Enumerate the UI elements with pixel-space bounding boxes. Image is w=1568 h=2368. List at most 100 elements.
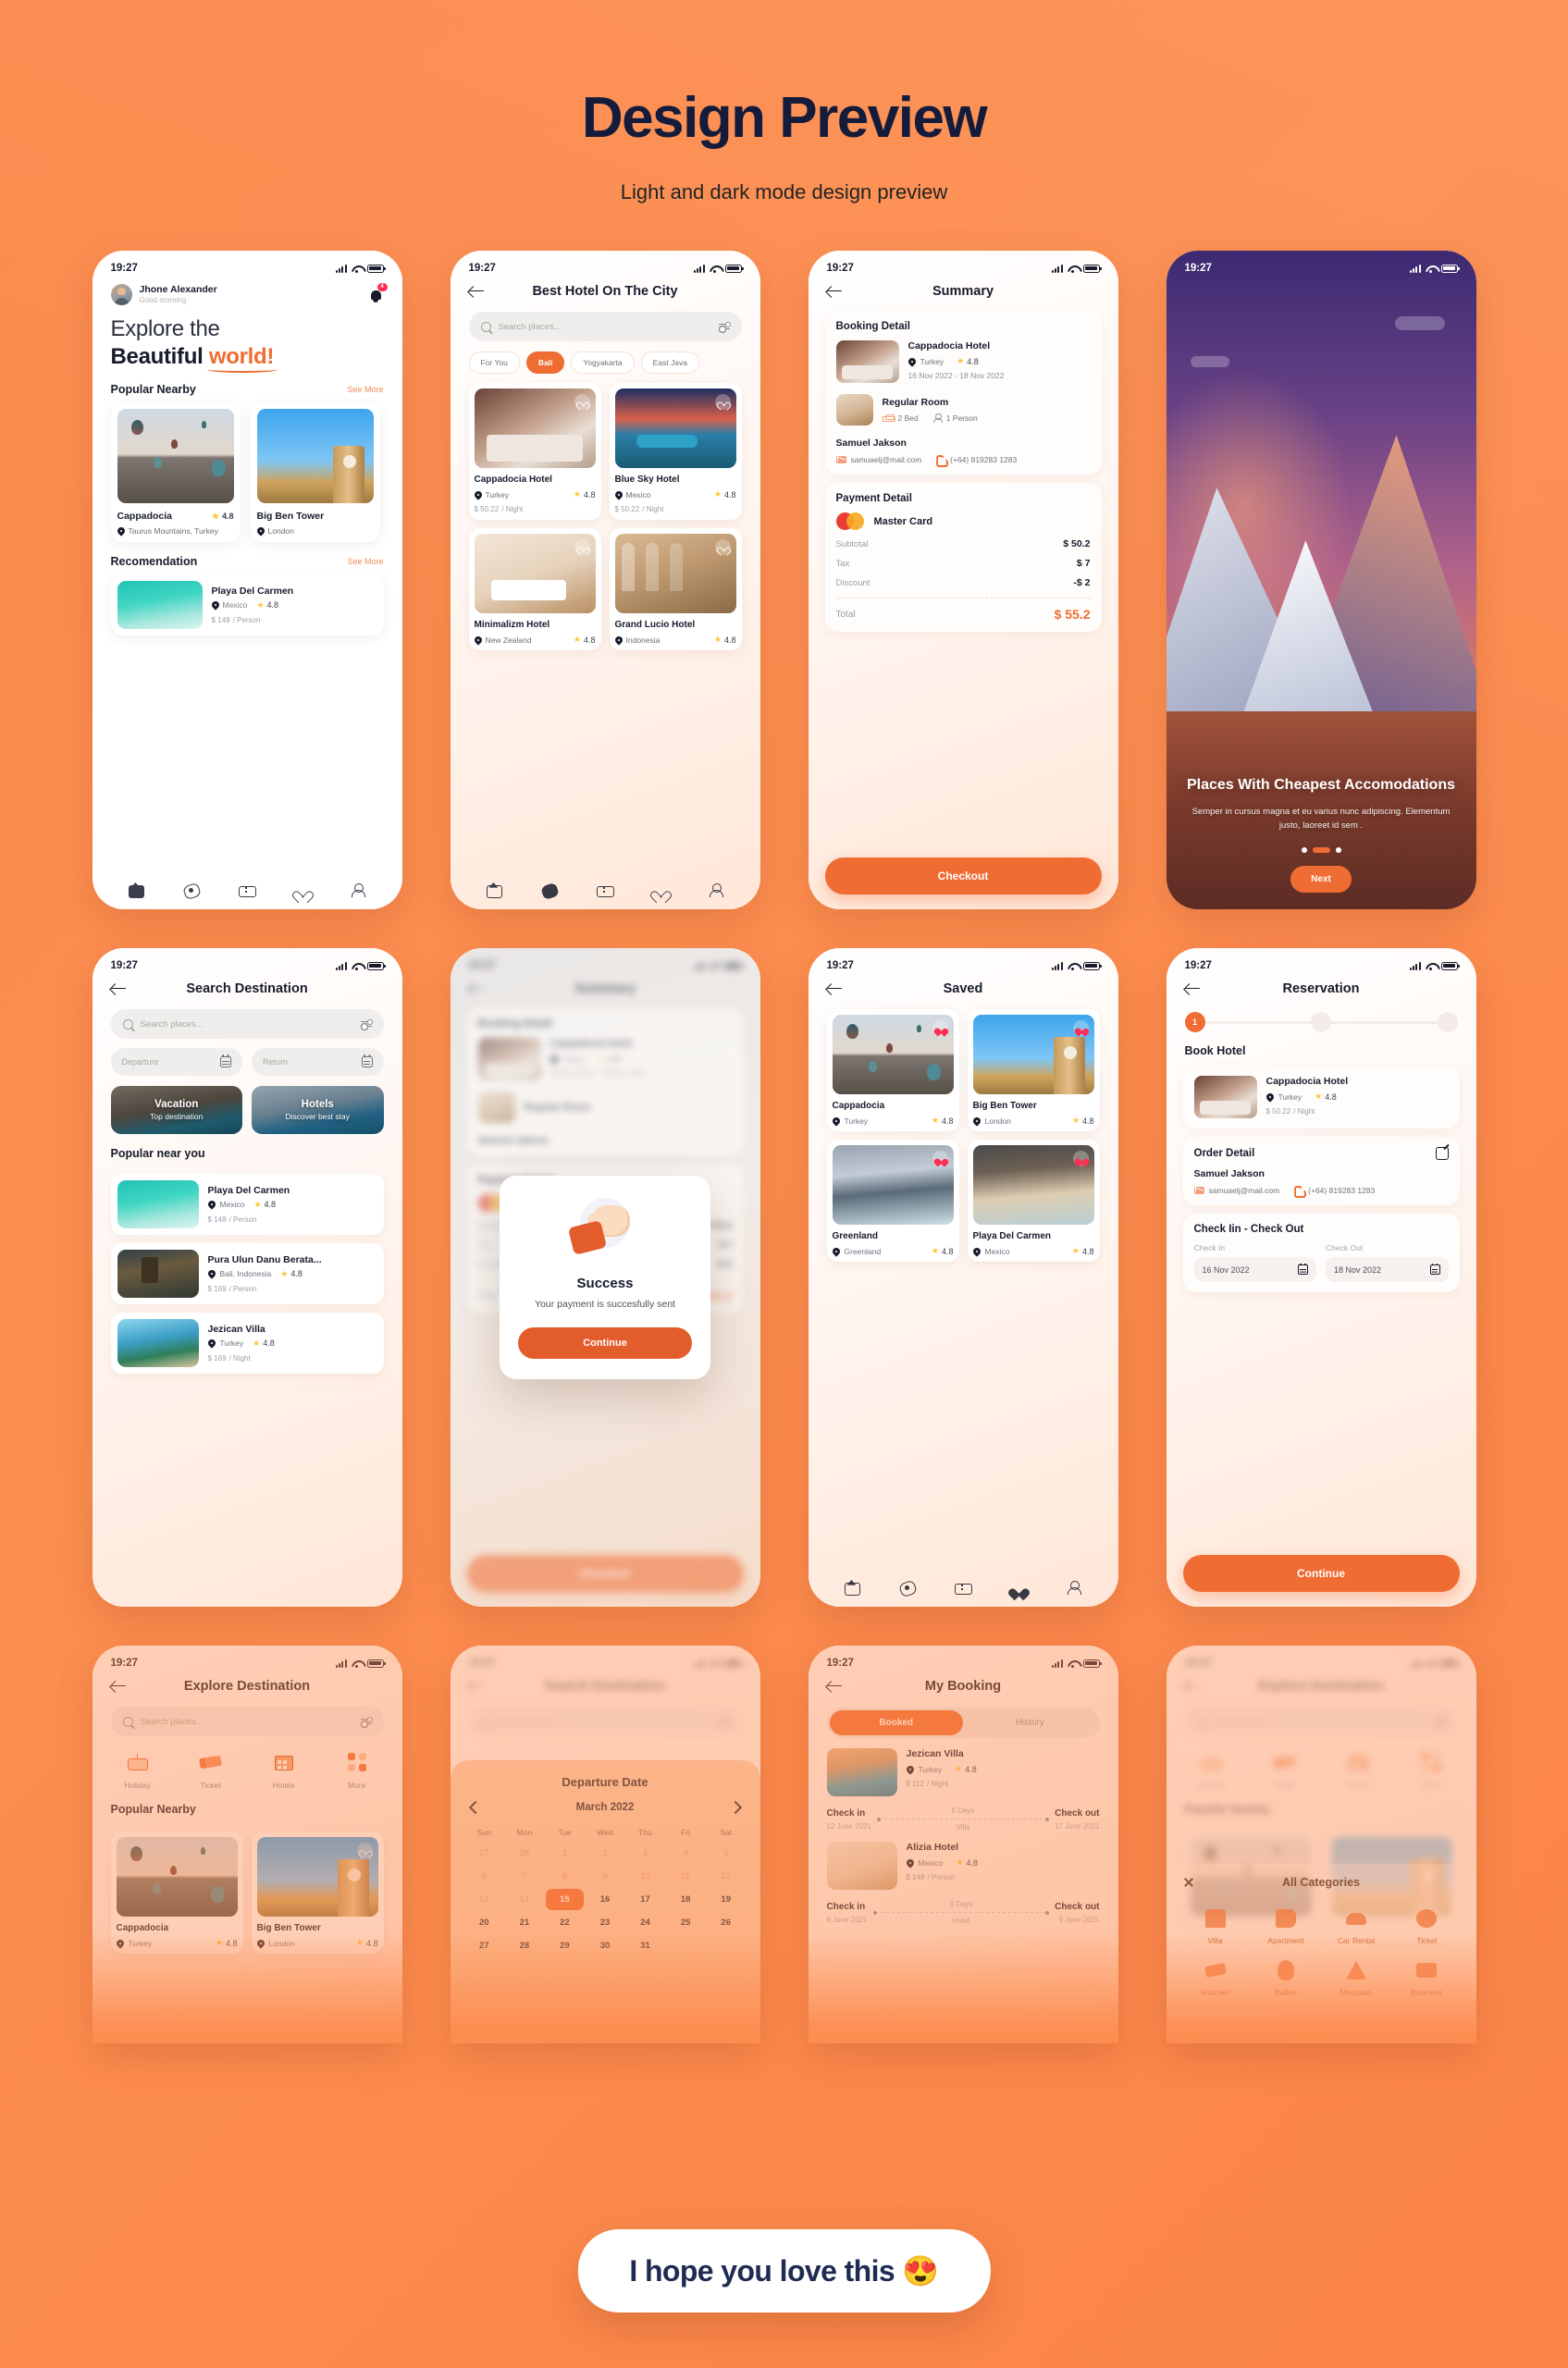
calendar-day[interactable]: 25 (666, 1912, 705, 1933)
calendar-day[interactable]: 5 (707, 1843, 746, 1864)
filter-icon[interactable] (718, 322, 731, 331)
calendar-day[interactable]: 19 (707, 1889, 746, 1910)
calendar-day[interactable]: 30 (586, 1935, 624, 1956)
tab-profile-icon[interactable] (708, 882, 724, 898)
tab-ticket-icon[interactable] (238, 882, 256, 898)
tab-explore-icon[interactable] (541, 882, 558, 898)
saved-card[interactable]: Cappadocia Turkey ★ 4.8 (826, 1009, 959, 1131)
place-card[interactable]: Cappadocia ★ 4.8 Taurus Mountains, Turkey (110, 402, 241, 543)
tab-profile-icon[interactable] (350, 882, 366, 898)
calendar-day[interactable]: 29 (546, 1935, 585, 1956)
return-field[interactable]: Return (252, 1048, 384, 1076)
category-villa[interactable]: Villa (1183, 1906, 1248, 1945)
saved-card[interactable]: Big Ben Tower London ★ 4.8 (967, 1009, 1100, 1131)
calendar-day[interactable]: 11 (666, 1866, 705, 1887)
category-business[interactable]: Business (1394, 1958, 1459, 1997)
category-apartment[interactable]: Apartment (1253, 1906, 1318, 1945)
banner-hotels[interactable]: Hotels Discover best stay (252, 1086, 384, 1134)
departure-field[interactable]: Departure (110, 1048, 242, 1076)
tab-history[interactable]: History (963, 1710, 1097, 1735)
tab-profile-icon[interactable] (1066, 1580, 1082, 1596)
booking-item[interactable]: Alizia Hotel Mexico ★ 4.8 $ 148 / Person … (826, 1842, 1100, 1925)
calendar-day[interactable]: 24 (626, 1912, 665, 1933)
category-ticket[interactable]: Ticket (1394, 1906, 1459, 1945)
favorite-button[interactable] (1072, 1020, 1089, 1036)
notification-bell-icon[interactable]: 4 (369, 282, 388, 302)
category-voucher[interactable]: Voucher (1183, 1958, 1248, 1997)
calendar-day[interactable]: 13 (465, 1889, 504, 1910)
list-item[interactable]: Playa Del Carmen Mexico ★ 4.8 $ 148 / Per… (110, 1174, 384, 1235)
calendar-day[interactable]: 8 (546, 1866, 585, 1887)
step-1[interactable]: 1 (1184, 1012, 1205, 1032)
see-more-recommendation[interactable]: See More (347, 557, 383, 566)
step-2[interactable] (1311, 1012, 1331, 1032)
category-ballon[interactable]: Ballon (1253, 1958, 1318, 1997)
edit-icon[interactable] (1435, 1147, 1449, 1160)
calendar-day[interactable]: 3 (626, 1843, 665, 1864)
calendar-day[interactable]: 14 (505, 1889, 544, 1910)
place-card[interactable]: Cappadocia Turkey ★ 4.8 (110, 1832, 243, 1954)
chip-yogyakarta[interactable]: Yogyakarta (571, 352, 635, 374)
filter-icon[interactable] (360, 1717, 373, 1726)
see-more-popular[interactable]: See More (347, 385, 383, 394)
place-card[interactable]: Big Ben Tower London (250, 402, 380, 543)
tab-saved-icon[interactable] (652, 882, 669, 898)
tab-saved-icon[interactable] (1010, 1580, 1027, 1596)
category-holiday[interactable]: Holiday (115, 1749, 161, 1790)
favorite-button[interactable] (574, 394, 590, 410)
calendar-day[interactable]: 20 (465, 1912, 504, 1933)
tab-ticket-icon[interactable] (954, 1580, 972, 1596)
next-month-icon[interactable] (728, 1800, 742, 1815)
booking-item[interactable]: Jezican Villa Turkey ★ 4.8 $ 112 / Night … (826, 1748, 1100, 1832)
favorite-button[interactable] (356, 1843, 373, 1858)
chip-east-java[interactable]: East Java (640, 352, 699, 374)
checkin-field[interactable]: Check In 16 Nov 2022 (1193, 1243, 1316, 1282)
favorite-button[interactable] (714, 539, 731, 555)
tab-home-icon[interactable] (486, 882, 503, 898)
list-item[interactable]: Pura Ulun Danu Berata... Bali, Indonesia… (110, 1243, 384, 1304)
prev-month-icon[interactable] (468, 1800, 482, 1815)
tab-explore-icon[interactable] (183, 882, 200, 898)
calendar-day[interactable]: 10 (626, 1866, 665, 1887)
next-button[interactable]: Next (1290, 866, 1352, 893)
banner-vacation[interactable]: Vacation Top destination (110, 1086, 242, 1134)
saved-card[interactable]: Greenland Greenland ★ 4.8 (826, 1140, 959, 1262)
category-mountain[interactable]: Mountain (1324, 1958, 1389, 1997)
tab-home-icon[interactable] (844, 1580, 861, 1596)
chip-for-you[interactable]: For You (468, 352, 520, 374)
category-hotels[interactable]: Hotels (261, 1749, 307, 1790)
calendar-day[interactable]: 12 (707, 1866, 746, 1887)
calendar-day[interactable]: 21 (505, 1912, 544, 1933)
calendar-day[interactable]: 16 (586, 1889, 624, 1910)
search-input[interactable]: Search places... (468, 312, 742, 341)
calendar-day[interactable]: 22 (546, 1912, 585, 1933)
category-ticket[interactable]: Ticket (188, 1749, 234, 1790)
chip-bali[interactable]: Bali (525, 352, 565, 374)
hotel-card[interactable]: Blue Sky Hotel Mexico ★ 4.8 $ 50.22 / Nig… (609, 383, 742, 520)
favorite-button[interactable] (574, 539, 590, 555)
calendar-day[interactable]: 28 (505, 1935, 544, 1956)
payment-method[interactable]: Master Card (835, 512, 1091, 530)
calendar-day[interactable]: 27 (465, 1935, 504, 1956)
calendar-day[interactable]: 2 (586, 1843, 624, 1864)
hotel-card[interactable]: Cappadocia Hotel Turkey ★ 4.8 $ 50.22 / N… (468, 383, 601, 520)
hotel-card[interactable]: Grand Lucio Hotel Indonesia ★ 4.8 (609, 528, 742, 650)
recommendation-card[interactable]: Playa Del Carmen Mexico ★ 4.8 $ 148 / Per… (110, 574, 384, 636)
calendar-day[interactable]: 6 (465, 1866, 504, 1887)
calendar-day[interactable]: 4 (666, 1843, 705, 1864)
tab-saved-icon[interactable] (294, 882, 311, 898)
favorite-button[interactable] (1072, 1151, 1089, 1166)
calendar-day[interactable]: 1 (546, 1843, 585, 1864)
calendar-day[interactable]: 28 (505, 1843, 544, 1864)
step-3[interactable] (1437, 1012, 1458, 1032)
favorite-button[interactable] (932, 1151, 948, 1166)
calendar-day[interactable]: 7 (505, 1866, 544, 1887)
tab-ticket-icon[interactable] (596, 882, 614, 898)
favorite-button[interactable] (714, 394, 731, 410)
saved-card[interactable]: Playa Del Carmen Mexico ★ 4.8 (967, 1140, 1100, 1262)
continue-button[interactable]: Continue (518, 1326, 692, 1359)
calendar-day[interactable]: 27 (465, 1843, 504, 1864)
search-input[interactable]: Search places... (110, 1009, 384, 1039)
calendar-day[interactable]: 26 (707, 1912, 746, 1933)
continue-button[interactable]: Continue (1182, 1555, 1460, 1592)
